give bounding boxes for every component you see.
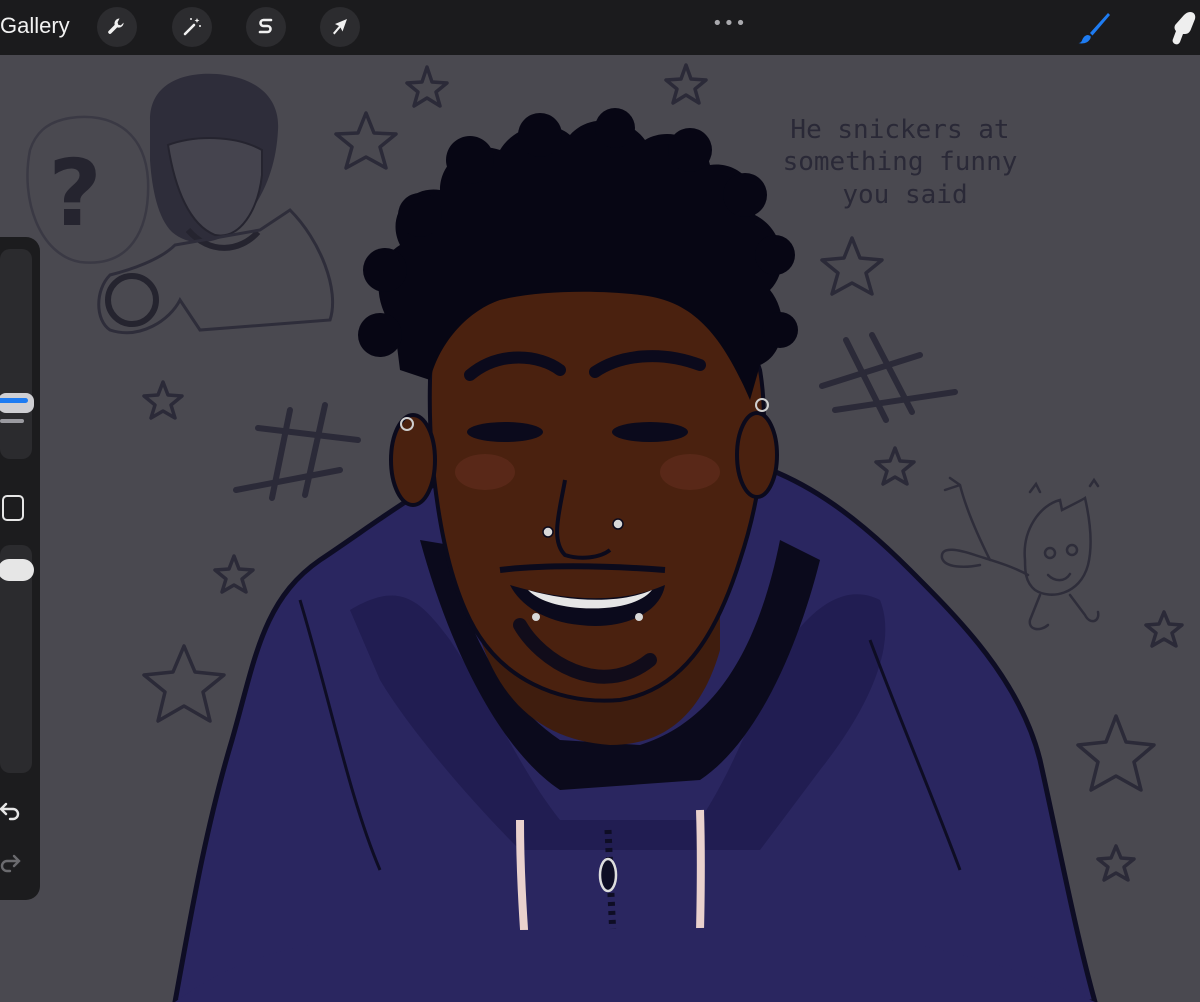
magic-wand-icon bbox=[183, 18, 201, 36]
redo-button[interactable] bbox=[0, 851, 22, 880]
handwritten-note-line-3: you said bbox=[842, 180, 967, 210]
left-sidebar bbox=[0, 237, 40, 900]
smudge-finger-icon bbox=[1172, 12, 1196, 45]
paintbrush-icon bbox=[1078, 13, 1110, 44]
brush-size-slider[interactable] bbox=[0, 249, 34, 459]
modify-button[interactable] bbox=[2, 495, 24, 521]
brush-size-handle[interactable] bbox=[0, 393, 34, 413]
more-options-icon[interactable]: ••• bbox=[712, 13, 747, 34]
opacity-handle[interactable] bbox=[0, 559, 34, 581]
handwritten-note-line-2: something funny bbox=[783, 147, 1018, 177]
drawing-canvas[interactable]: He snickers at something funny you said … bbox=[0, 55, 1200, 1002]
undo-button[interactable] bbox=[0, 799, 22, 828]
selection-s-icon bbox=[258, 18, 273, 34]
actions-button[interactable] bbox=[97, 7, 137, 47]
opacity-slider[interactable] bbox=[0, 545, 34, 773]
smudge-button[interactable] bbox=[1160, 8, 1200, 48]
undo-icon bbox=[0, 802, 20, 821]
move-arrow-icon bbox=[333, 19, 347, 35]
gallery-button[interactable]: Gallery bbox=[0, 13, 70, 39]
transform-button[interactable] bbox=[320, 7, 360, 47]
sketch-question-mark: ? bbox=[48, 140, 101, 247]
top-toolbar: Gallery ••• bbox=[0, 0, 1200, 55]
wrench-icon bbox=[108, 18, 124, 34]
selection-button[interactable] bbox=[246, 7, 286, 47]
redo-icon bbox=[0, 854, 21, 873]
adjustments-button[interactable] bbox=[172, 7, 212, 47]
brush-button[interactable] bbox=[1074, 8, 1114, 48]
handwritten-note-line-1: He snickers at bbox=[790, 115, 1009, 145]
